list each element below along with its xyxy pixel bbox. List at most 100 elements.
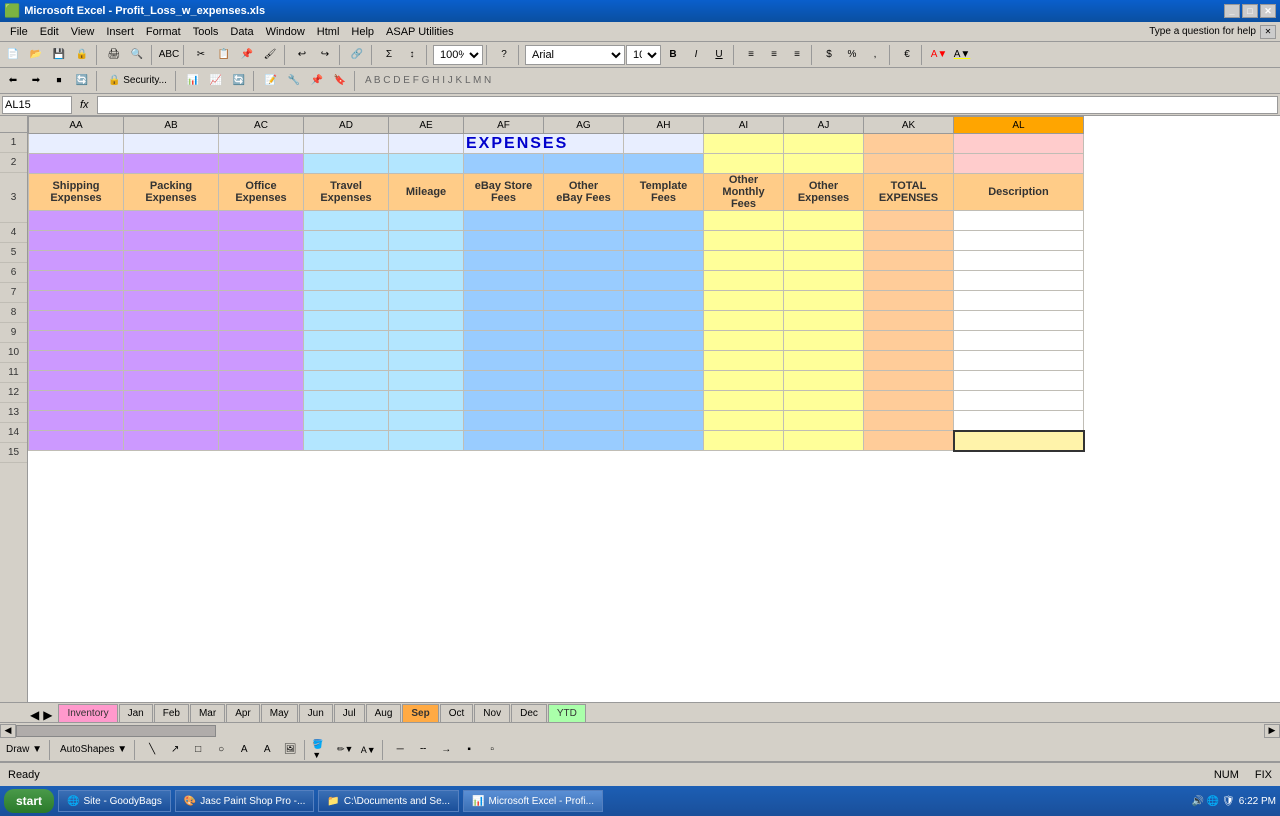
tab-jan[interactable]: Jan [119, 704, 153, 722]
cell-aj2[interactable] [784, 154, 864, 174]
cell-af10[interactable] [464, 331, 544, 351]
cell-aa7[interactable] [29, 271, 124, 291]
cell-ab2[interactable] [124, 154, 219, 174]
window-controls[interactable]: _ □ ✕ [1224, 4, 1276, 18]
cell-ac9[interactable] [219, 311, 304, 331]
cell-aj9[interactable] [784, 311, 864, 331]
cell-ag2[interactable] [544, 154, 624, 174]
tb2-btn10[interactable]: 📌 [306, 70, 328, 92]
cell-al7[interactable] [954, 271, 1084, 291]
header-other-ebay[interactable]: OthereBay Fees [544, 174, 624, 211]
cell-ac4[interactable] [219, 211, 304, 231]
col-ai-header[interactable]: AI [704, 117, 784, 134]
cell-ac12[interactable] [219, 371, 304, 391]
cell-ai2[interactable] [704, 154, 784, 174]
cell-aj1[interactable] [784, 134, 864, 154]
tab-mar[interactable]: Mar [190, 704, 225, 722]
tb2-btn11[interactable]: 🔖 [329, 70, 351, 92]
cell-af7[interactable] [464, 271, 544, 291]
header-packing[interactable]: PackingExpenses [124, 174, 219, 211]
menu-format[interactable]: Format [140, 24, 187, 40]
shadow-style[interactable]: ▪ [458, 739, 480, 761]
font-select[interactable]: Arial [525, 45, 625, 65]
tb2-btn4[interactable]: 🔄 [71, 70, 93, 92]
scroll-left-btn[interactable]: ◀ [0, 724, 16, 738]
cell-aj5[interactable] [784, 231, 864, 251]
cell-ai10[interactable] [704, 331, 784, 351]
cell-ae11[interactable] [389, 351, 464, 371]
cell-aj15[interactable] [784, 431, 864, 451]
cell-ae8[interactable] [389, 291, 464, 311]
cell-ab15[interactable] [124, 431, 219, 451]
minimize-button[interactable]: _ [1224, 4, 1240, 18]
cell-ak10[interactable] [864, 331, 954, 351]
col-aj-header[interactable]: AJ [784, 117, 864, 134]
spellcheck-button[interactable]: ABC [158, 44, 180, 66]
cell-ai14[interactable] [704, 411, 784, 431]
col-ab-header[interactable]: AB [124, 117, 219, 134]
cell-ae13[interactable] [389, 391, 464, 411]
cell-ab8[interactable] [124, 291, 219, 311]
cell-aj13[interactable] [784, 391, 864, 411]
rect-tool[interactable]: □ [187, 739, 209, 761]
align-center[interactable]: ≡ [763, 44, 785, 66]
cell-aj12[interactable] [784, 371, 864, 391]
font-color[interactable]: A▼ [951, 44, 973, 66]
hyperlink-button[interactable]: 🔗 [346, 44, 368, 66]
cell-ag15[interactable] [544, 431, 624, 451]
cell-af8[interactable] [464, 291, 544, 311]
cell-ae5[interactable] [389, 231, 464, 251]
cell-ad12[interactable] [304, 371, 389, 391]
cell-ag9[interactable] [544, 311, 624, 331]
tb2-btn6[interactable]: 📈 [205, 70, 227, 92]
cell-ab13[interactable] [124, 391, 219, 411]
tab-nav-right[interactable]: ▶ [43, 708, 52, 722]
permission-button[interactable]: 🔒 [71, 44, 93, 66]
cell-ag10[interactable] [544, 331, 624, 351]
cell-ak7[interactable] [864, 271, 954, 291]
percent-button[interactable]: % [841, 44, 863, 66]
cell-aa12[interactable] [29, 371, 124, 391]
cell-ag13[interactable] [544, 391, 624, 411]
tb2-btn3[interactable]: ⏹ [48, 70, 70, 92]
cell-ah11[interactable] [624, 351, 704, 371]
cell-ac5[interactable] [219, 231, 304, 251]
cell-ac13[interactable] [219, 391, 304, 411]
cell-ah10[interactable] [624, 331, 704, 351]
open-button[interactable]: 📂 [25, 44, 47, 66]
menu-close-button[interactable]: ✕ [1260, 25, 1276, 39]
cell-al5[interactable] [954, 231, 1084, 251]
cell-aj10[interactable] [784, 331, 864, 351]
col-al-header[interactable]: AL [954, 117, 1084, 134]
start-button[interactable]: start [4, 789, 54, 813]
cell-ae7[interactable] [389, 271, 464, 291]
textbox-tool[interactable]: A [233, 739, 255, 761]
cell-ai8[interactable] [704, 291, 784, 311]
cell-ak1[interactable] [864, 134, 954, 154]
menu-html[interactable]: Html [311, 24, 346, 40]
line-style[interactable]: ─ [389, 739, 411, 761]
cell-af6[interactable] [464, 251, 544, 271]
tab-dec[interactable]: Dec [511, 704, 547, 722]
cell-ag12[interactable] [544, 371, 624, 391]
maximize-button[interactable]: □ [1242, 4, 1258, 18]
cell-ad6[interactable] [304, 251, 389, 271]
cell-al12[interactable] [954, 371, 1084, 391]
arrow-style[interactable]: → [435, 739, 457, 761]
cell-al13[interactable] [954, 391, 1084, 411]
cell-ad8[interactable] [304, 291, 389, 311]
cell-ad15[interactable] [304, 431, 389, 451]
cell-ag5[interactable] [544, 231, 624, 251]
menu-window[interactable]: Window [260, 24, 311, 40]
cell-ak13[interactable] [864, 391, 954, 411]
cell-aj14[interactable] [784, 411, 864, 431]
format-painter[interactable]: 🖌 [259, 44, 281, 66]
col-ag-header[interactable]: AG [544, 117, 624, 134]
close-button[interactable]: ✕ [1260, 4, 1276, 18]
cell-ad4[interactable] [304, 211, 389, 231]
cell-ae12[interactable] [389, 371, 464, 391]
cell-ah1[interactable] [624, 134, 704, 154]
size-select[interactable]: 10 [626, 45, 661, 65]
cell-ak8[interactable] [864, 291, 954, 311]
arrow-tool[interactable]: ↗ [164, 739, 186, 761]
